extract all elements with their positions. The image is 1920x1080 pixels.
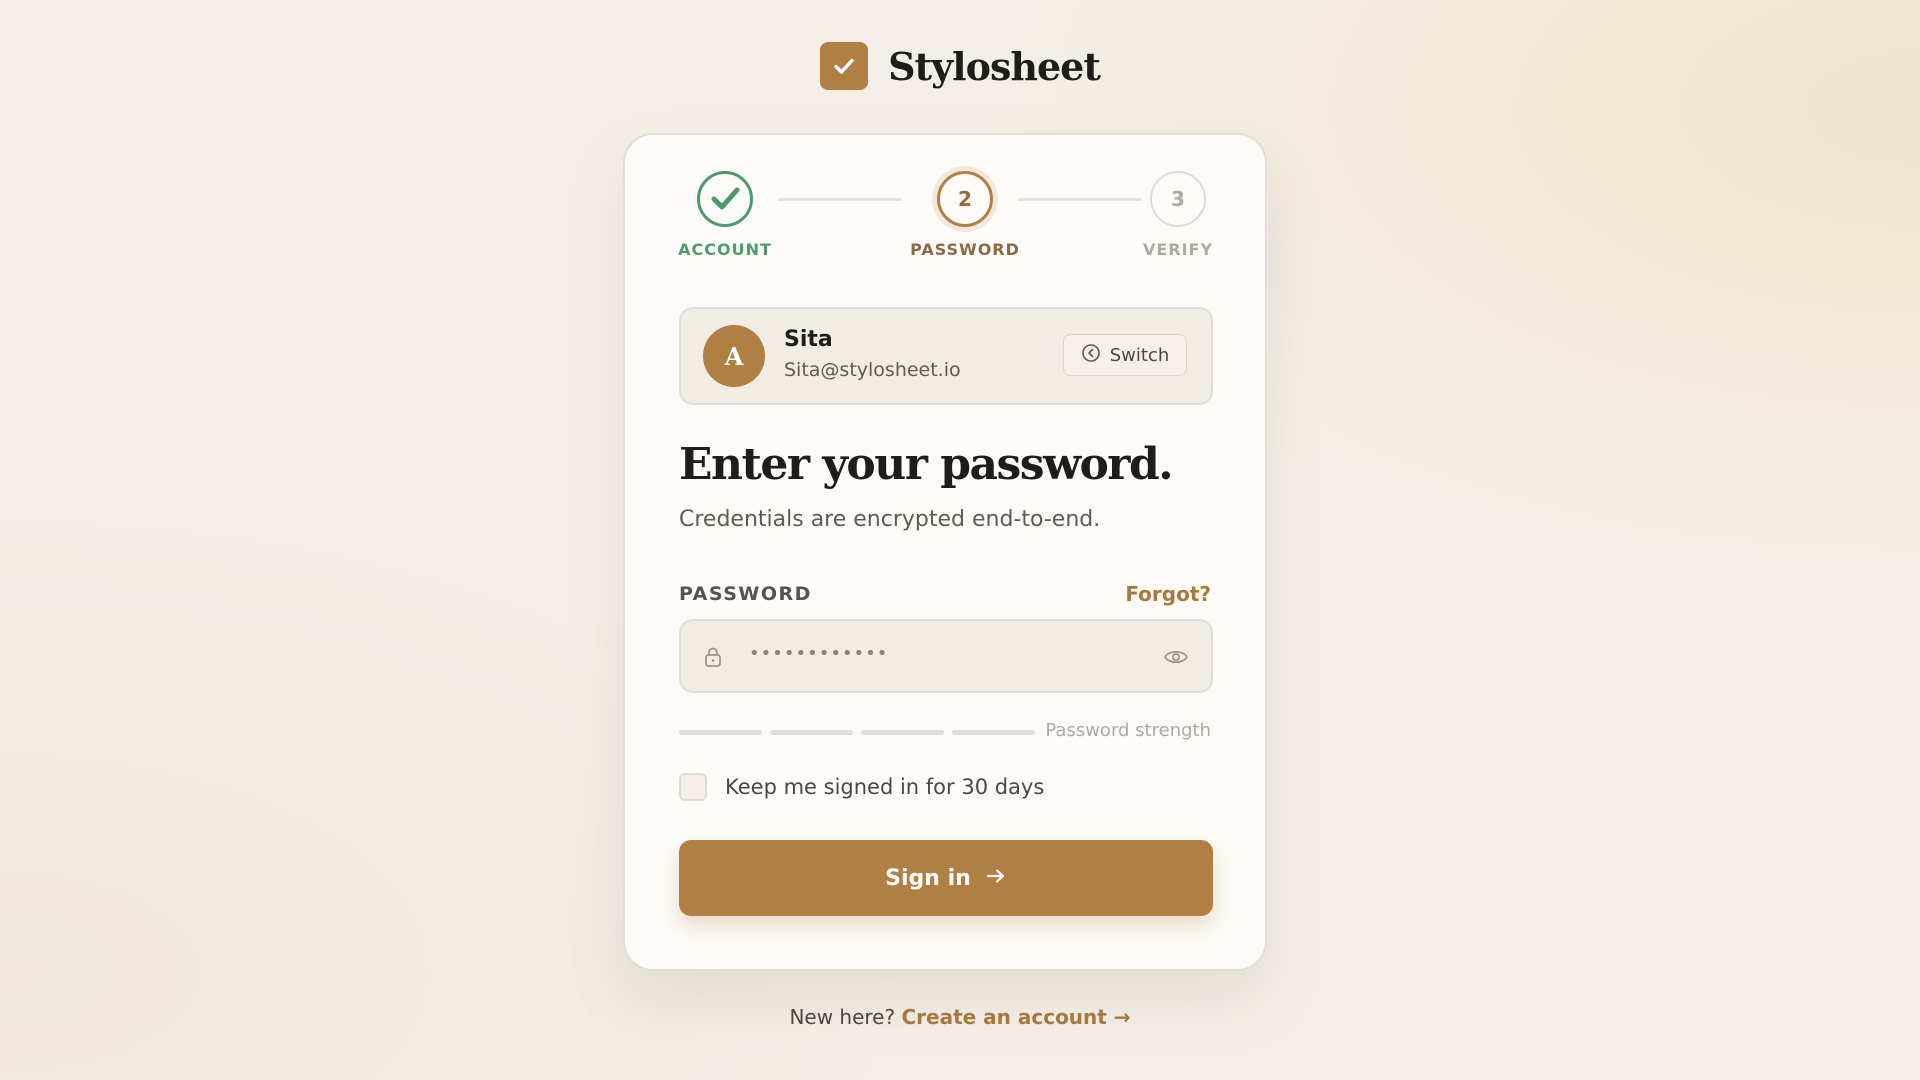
brand-check-icon [820, 42, 869, 90]
signup-prompt: New here? [789, 1005, 896, 1029]
switch-label: Switch [1109, 344, 1170, 366]
page-title: Enter your password. [679, 439, 1174, 490]
password-input[interactable]: •••••••••••• [679, 619, 1213, 693]
arrow-right-icon [985, 866, 1007, 891]
step-label: PASSWORD [910, 240, 1020, 259]
brand-name: Stylosheet [888, 43, 1101, 89]
strength-segment [679, 730, 762, 735]
account-name: Sita [784, 327, 833, 352]
stepper-connector [778, 198, 901, 201]
step-number: 2 [937, 171, 993, 227]
step-verify: 3 VERIFY [1133, 171, 1223, 259]
sign-in-card: ACCOUNT 2 PASSWORD 3 VERIFY A Sita Sita@… [623, 133, 1267, 971]
step-account: ACCOUNT [677, 171, 773, 259]
page-subtitle: Credentials are encrypted end-to-end. [679, 507, 1101, 532]
password-strength-meter [679, 730, 1035, 735]
account-chip: A Sita Sita@stylosheet.io Switch [679, 307, 1213, 405]
lock-icon [703, 646, 723, 672]
password-strength-label: Password strength [1045, 720, 1211, 741]
step-password: 2 PASSWORD [905, 171, 1025, 259]
strength-segment [861, 730, 944, 735]
remember-me-label[interactable]: Keep me signed in for 30 days [725, 775, 1044, 799]
step-label: ACCOUNT [678, 240, 772, 259]
signup-footer: New here? Create an account → [0, 1005, 1920, 1029]
step-label: VERIFY [1142, 240, 1214, 259]
stepper-connector [1018, 198, 1141, 201]
eye-icon[interactable] [1163, 647, 1189, 671]
step-complete-check-icon [697, 171, 753, 227]
chevron-left-circle-icon [1081, 343, 1101, 368]
strength-segment [952, 730, 1035, 735]
avatar: A [703, 325, 765, 387]
step-number: 3 [1150, 171, 1206, 227]
forgot-password-link[interactable]: Forgot? [1125, 582, 1211, 606]
strength-segment [770, 730, 853, 735]
create-account-link[interactable]: Create an account → [901, 1005, 1130, 1029]
remember-me-checkbox[interactable] [679, 773, 707, 801]
sign-in-label: Sign in [885, 865, 971, 891]
sign-in-button[interactable]: Sign in [679, 840, 1213, 916]
password-value: •••••••••••• [749, 643, 889, 664]
brand-header: Stylosheet [0, 42, 1920, 90]
switch-account-button[interactable]: Switch [1063, 334, 1187, 376]
remember-me-row: Keep me signed in for 30 days [679, 773, 1044, 801]
password-label: PASSWORD [679, 583, 812, 605]
account-email: Sita@stylosheet.io [784, 359, 961, 381]
